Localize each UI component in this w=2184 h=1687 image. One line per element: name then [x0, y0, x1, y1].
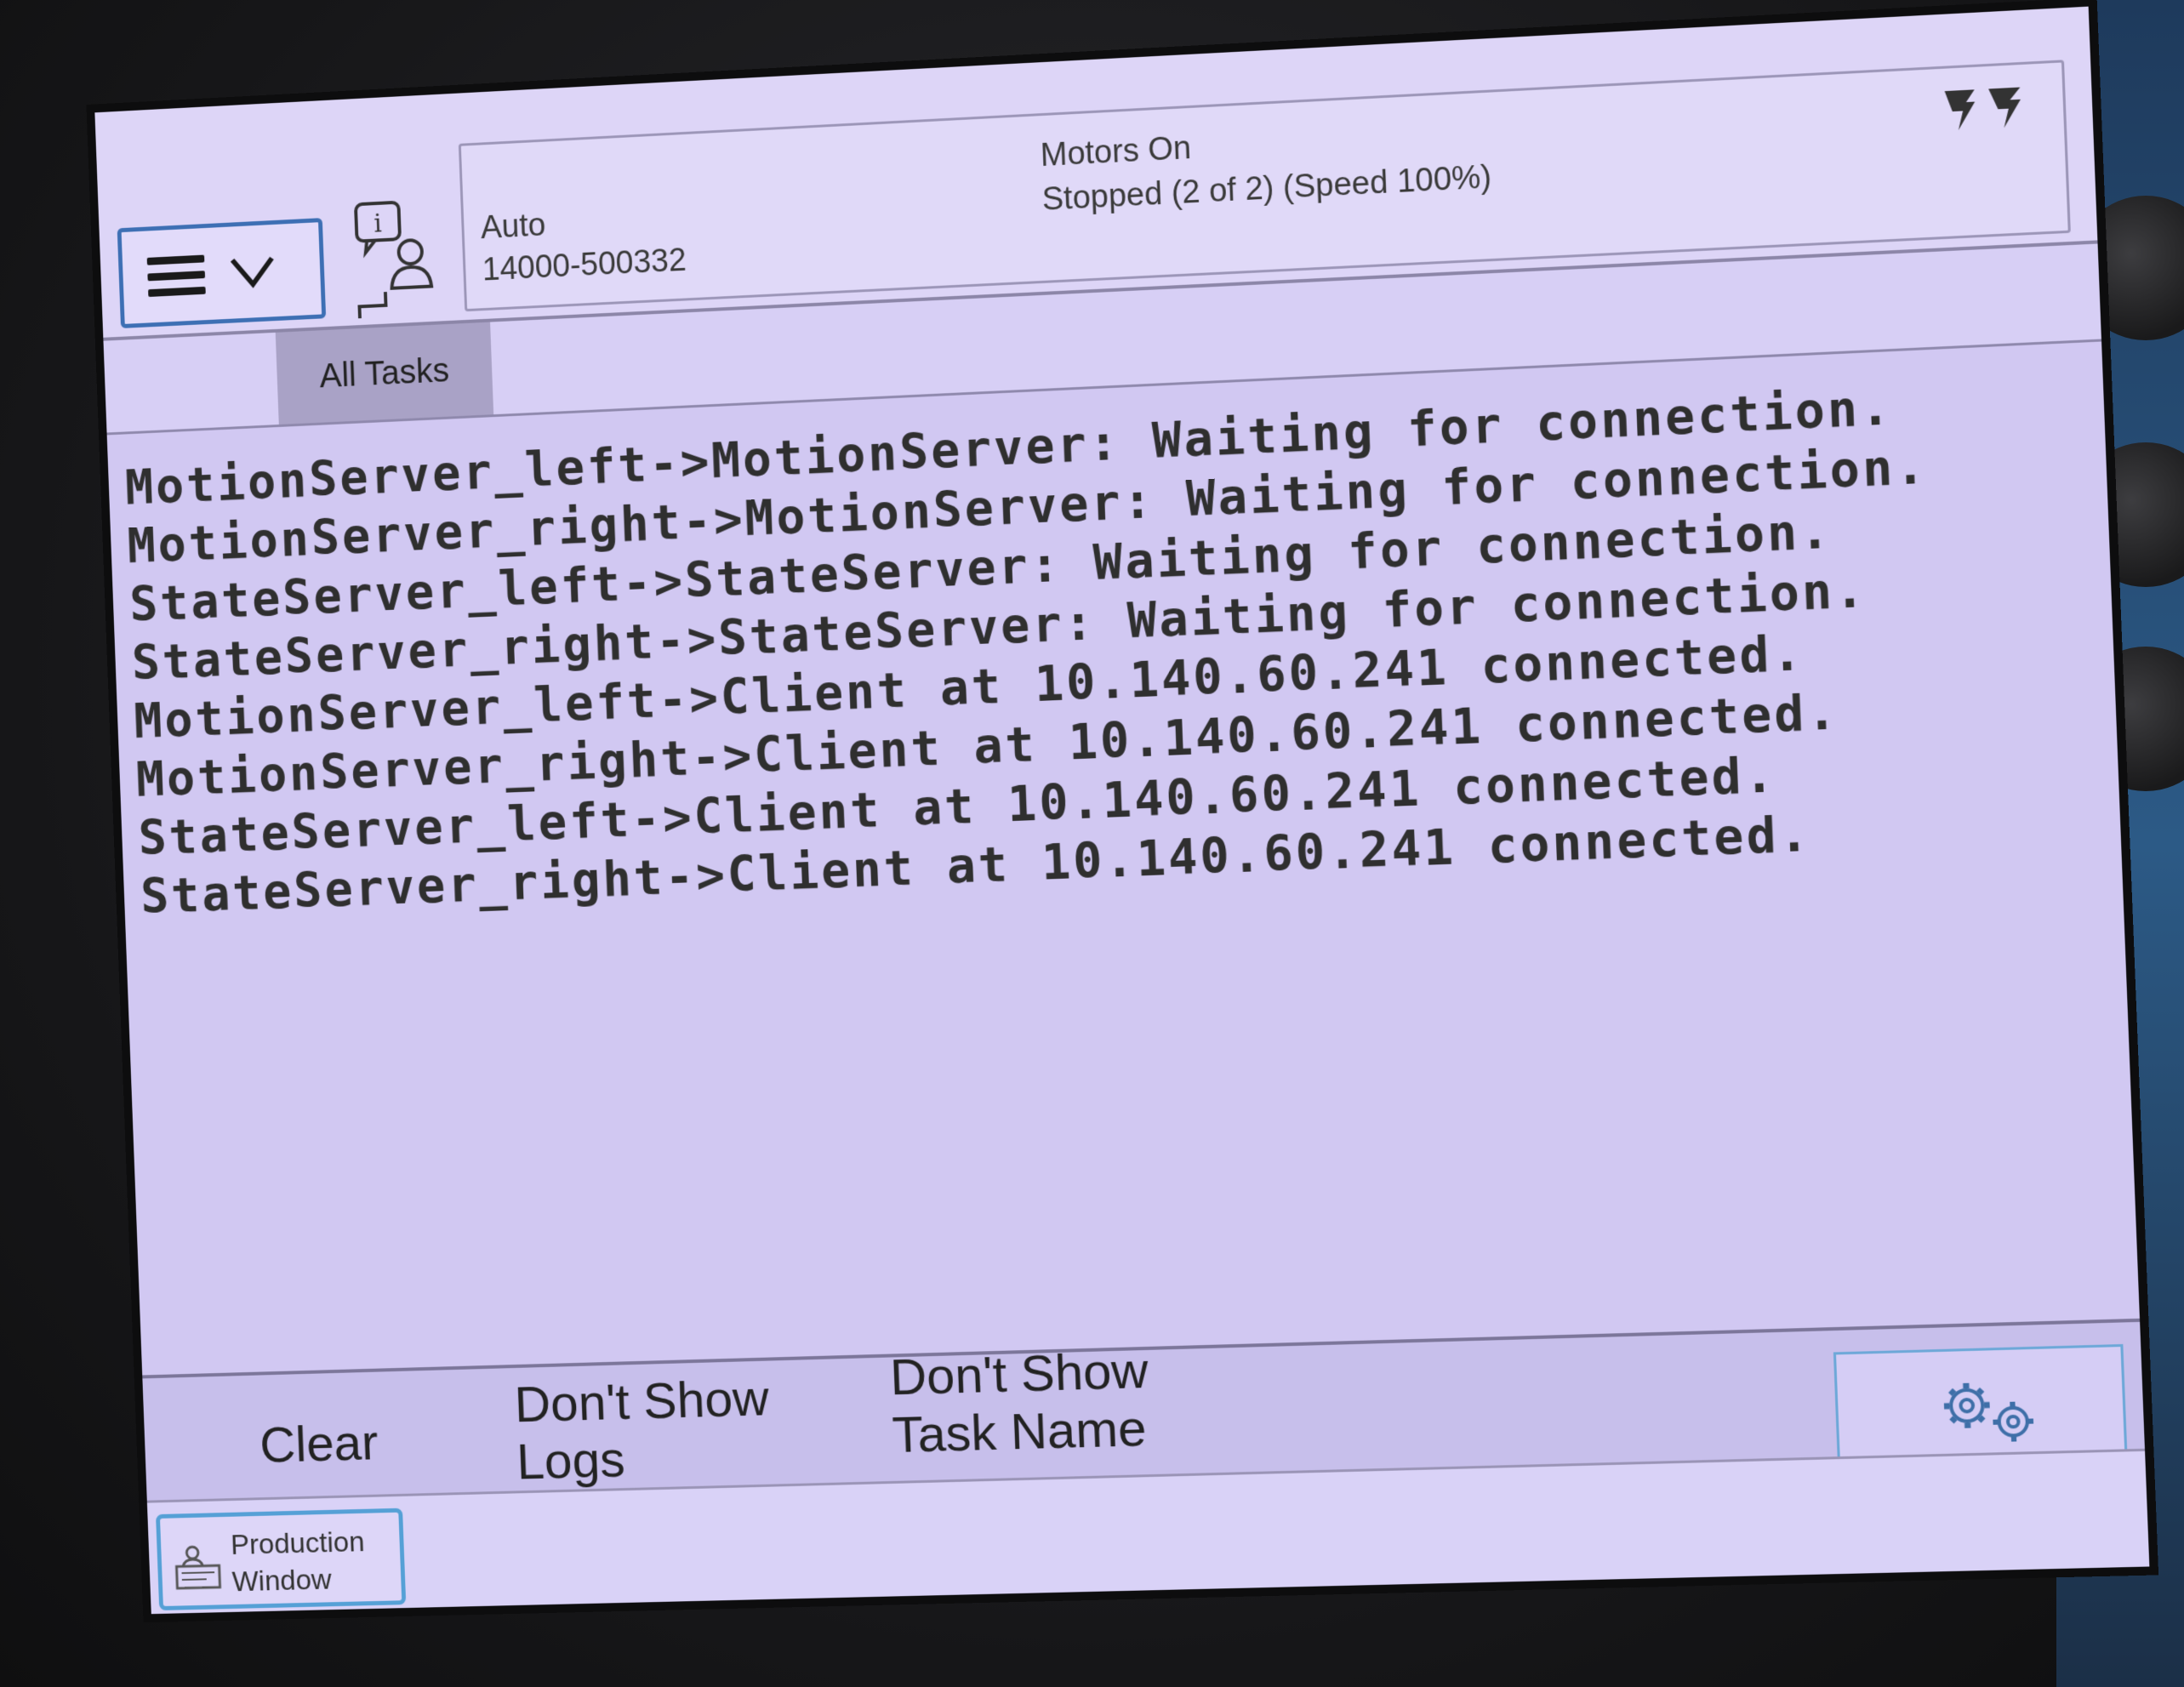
production-window-icon: [173, 1544, 224, 1591]
main-menu-button[interactable]: [117, 218, 327, 328]
dont-show-logs-label-2: Logs: [516, 1427, 773, 1490]
production-window-label-2: Window: [231, 1560, 367, 1600]
dont-show-task-name-button[interactable]: Don't Show Task Name: [889, 1342, 1152, 1464]
chevron-down-icon: [229, 246, 277, 295]
dont-show-task-label-1: Don't Show: [889, 1342, 1149, 1406]
production-window-label: Production Window: [230, 1524, 366, 1601]
dont-show-logs-label-1: Don't Show: [514, 1370, 771, 1434]
clear-button-label: Clear: [259, 1414, 379, 1473]
info-user-icon[interactable]: i: [349, 195, 444, 325]
log-list: MotionServer_left->MotionServer: Waiting…: [124, 376, 1943, 926]
dont-show-logs-button[interactable]: Don't Show Logs: [514, 1370, 773, 1491]
flexpendant-screen: i Auto 14000-500332 Motors On Stopped (2…: [94, 7, 2149, 1615]
production-window-label-1: Production: [230, 1524, 365, 1564]
dont-show-task-label-2: Task Name: [892, 1399, 1152, 1464]
event-log-area[interactable]: MotionServer_left->MotionServer: Waiting…: [107, 339, 2141, 1377]
tab-all-tasks[interactable]: All Tasks: [276, 322, 493, 425]
motors-state: Motors On: [1040, 130, 1192, 174]
gears-icon: [1929, 1371, 2046, 1451]
system-id: 14000-500332: [482, 242, 687, 288]
robot-arms-icon: [1939, 82, 2029, 138]
svg-text:i: i: [374, 208, 383, 238]
clear-button[interactable]: Clear: [259, 1414, 379, 1474]
hamburger-icon: [147, 255, 206, 299]
operating-mode: Auto: [480, 208, 546, 247]
production-window-button[interactable]: Production Window: [156, 1508, 406, 1610]
